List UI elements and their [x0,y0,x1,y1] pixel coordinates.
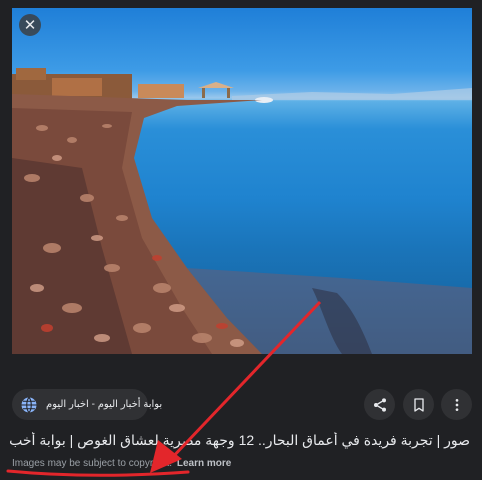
beach-scene [12,68,472,354]
source-label: بوابة أخبار اليوم - اخبار اليوم [46,399,163,410]
copyright-notice: Images may be subject to copyright. Lear… [12,458,231,469]
source-chip[interactable]: بوابة أخبار اليوم - اخبار اليوم [12,389,162,420]
image-title[interactable]: صور | تجربة فريدة في أعماق البحار.. 12 و… [0,432,470,449]
share-button[interactable] [364,389,395,420]
preview-image[interactable] [12,8,472,354]
save-button[interactable] [403,389,434,420]
annotation-underline [6,469,190,477]
close-button[interactable]: ✕ [19,14,41,36]
more-vert-icon [455,398,458,411]
copyright-text: Images may be subject to copyright. [12,458,173,469]
bookmark-icon [413,397,424,412]
more-options-button[interactable] [441,389,472,420]
learn-more-link[interactable]: Learn more [177,458,231,469]
globe-icon [21,396,37,413]
close-icon: ✕ [23,16,37,34]
share-icon [373,397,386,412]
